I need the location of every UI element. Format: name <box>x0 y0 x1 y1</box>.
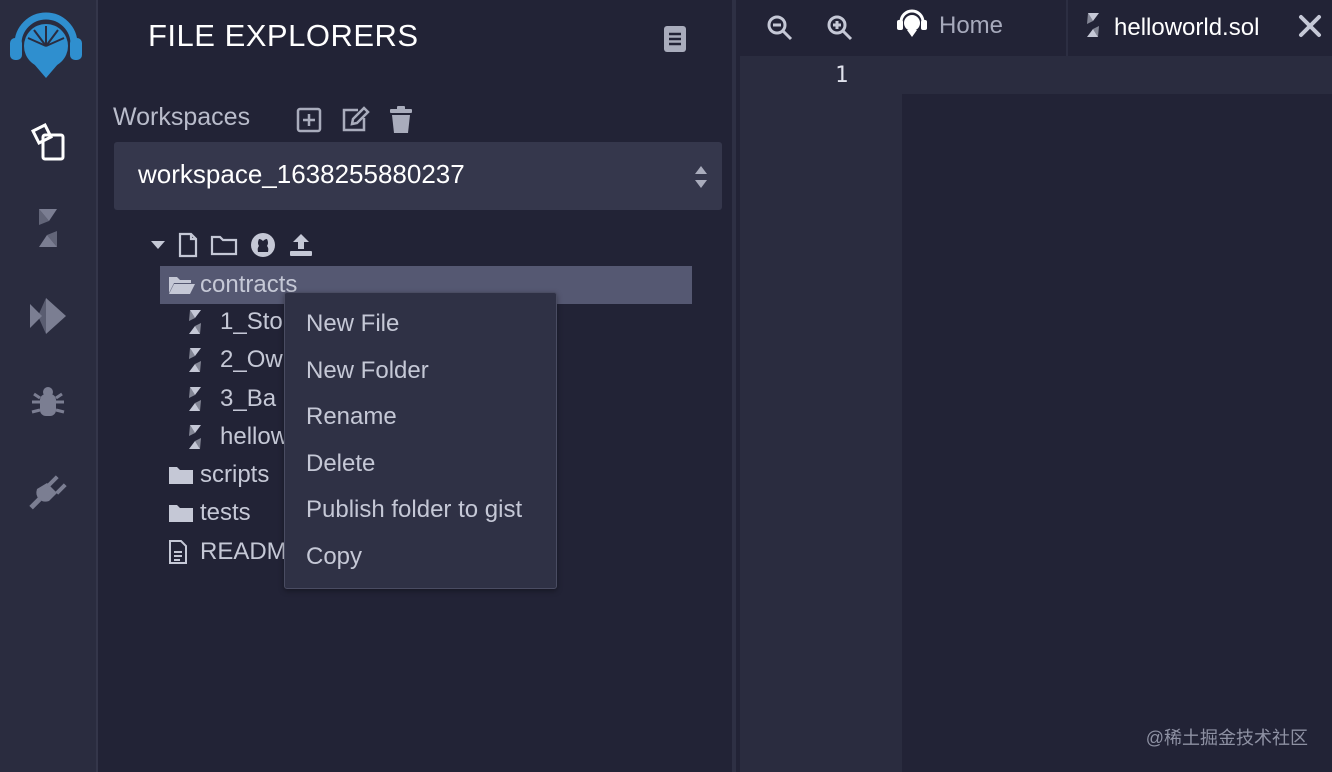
menu-item-rename[interactable]: Rename <box>285 394 556 441</box>
menu-item-publish-gist[interactable]: Publish folder to gist <box>285 487 556 534</box>
solidity-compiler-icon[interactable] <box>24 204 72 252</box>
tree-file-1[interactable]: 1_Sto <box>180 303 283 341</box>
zoom-in-icon[interactable] <box>822 10 858 46</box>
workspace-select[interactable]: workspace_1638255880237 <box>114 142 722 210</box>
tab-home[interactable]: Home <box>895 6 1003 46</box>
tree-label: tests <box>200 499 251 526</box>
tree-label: 2_Ow <box>220 346 283 373</box>
tree-label: contracts <box>200 271 298 298</box>
zoom-out-icon[interactable] <box>762 10 798 46</box>
file-text-icon <box>160 539 200 565</box>
tree-label: hellow <box>220 423 289 450</box>
new-folder-icon[interactable] <box>210 230 238 260</box>
tree-file-3[interactable]: 3_Ba <box>180 380 276 418</box>
tree-label: scripts <box>200 461 270 488</box>
tree-folder-tests[interactable]: tests <box>160 494 251 532</box>
delete-workspace-icon[interactable] <box>385 104 417 136</box>
tree-file-2[interactable]: 2_Ow <box>180 341 283 379</box>
create-workspace-icon[interactable] <box>293 104 325 136</box>
tree-file-4[interactable]: hellow <box>180 418 288 456</box>
upload-icon[interactable] <box>288 230 314 260</box>
code-area[interactable] <box>902 94 1332 772</box>
remix-logo-icon[interactable] <box>4 4 88 88</box>
menu-item-copy[interactable]: Copy <box>285 534 556 581</box>
current-line-highlight <box>740 58 1332 94</box>
menu-item-new-folder[interactable]: New Folder <box>285 348 556 395</box>
remix-home-icon <box>895 6 929 47</box>
solidity-file-icon <box>180 424 220 450</box>
panel-title: FILE EXPLORERS <box>148 18 419 53</box>
tree-folder-scripts[interactable]: scripts <box>160 456 269 494</box>
folder-icon <box>160 465 200 485</box>
plugin-manager-icon[interactable] <box>24 466 72 514</box>
tab-helloworld[interactable]: helloworld.sol <box>1068 0 1332 56</box>
workspaces-label: Workspaces <box>113 103 251 131</box>
folder-open-icon <box>160 275 200 295</box>
caret-down-icon[interactable] <box>150 230 166 260</box>
solidity-file-icon <box>180 347 220 373</box>
documentation-icon[interactable] <box>662 24 688 59</box>
tree-label: 1_Sto <box>220 308 283 335</box>
select-arrows-icon <box>694 164 708 195</box>
close-icon[interactable] <box>1298 14 1322 45</box>
solidity-file-icon <box>1084 12 1102 45</box>
code-editor[interactable]: 1 <box>740 56 1332 772</box>
deploy-run-icon[interactable] <box>24 292 72 340</box>
icon-rail <box>0 0 98 772</box>
solidity-file-icon <box>180 309 220 335</box>
tree-file-readme[interactable]: READM <box>160 533 287 571</box>
file-explorer-icon[interactable] <box>24 118 72 166</box>
tree-toolbar <box>150 230 314 260</box>
tab-home-label: Home <box>939 12 1004 39</box>
line-number: 1 <box>835 63 849 88</box>
solidity-file-icon <box>180 386 220 412</box>
github-icon[interactable] <box>250 230 276 260</box>
workspace-actions <box>293 104 417 136</box>
context-menu: New File New Folder Rename Delete Publis… <box>284 292 557 589</box>
editor-tabs: Home helloworld.sol <box>740 0 1332 56</box>
watermark: @稀土掘金技术社区 <box>1145 728 1308 748</box>
tree-label: 3_Ba <box>220 385 277 412</box>
tab-file-label: helloworld.sol <box>1114 14 1260 41</box>
folder-icon <box>160 503 200 523</box>
menu-item-new-file[interactable]: New File <box>285 301 556 348</box>
workspace-select-value: workspace_1638255880237 <box>138 159 465 189</box>
menu-item-delete[interactable]: Delete <box>285 441 556 488</box>
tree-label: READM <box>200 538 287 565</box>
debugger-icon[interactable] <box>24 380 72 428</box>
new-file-icon[interactable] <box>178 230 198 260</box>
line-gutter <box>740 56 902 772</box>
rename-workspace-icon[interactable] <box>339 104 371 136</box>
